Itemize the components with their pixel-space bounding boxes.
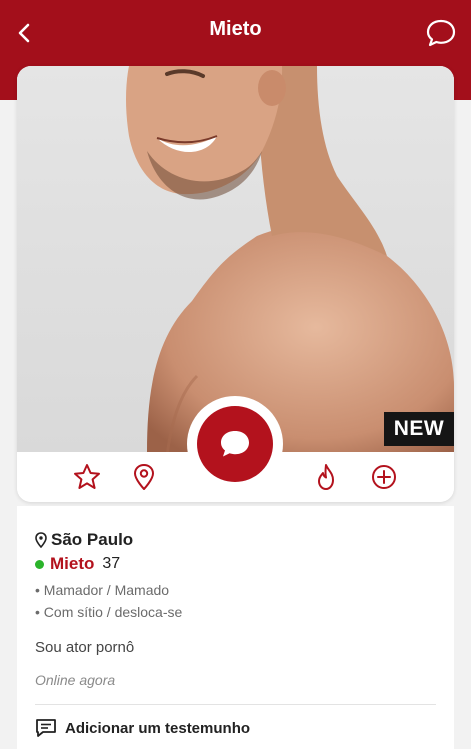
chat-bubble-icon [221,431,249,457]
name-row: Mieto 37 [35,554,120,574]
location-pin-icon [35,532,47,548]
plus-circle-icon[interactable] [369,462,399,492]
profile-card: NEW [17,66,454,502]
profile-bio: Sou ator pornô [35,639,135,656]
profile-age: 37 [102,555,121,572]
tag-item: • Com sítio / desloca-se [35,604,183,620]
profile-name: Mieto [50,554,95,573]
divider [35,704,436,705]
star-icon[interactable] [72,462,102,492]
profile-photo[interactable]: NEW [17,66,454,452]
add-testimonial-button[interactable]: Adicionar um testemunho [35,718,250,738]
comment-icon [36,719,56,737]
flame-icon[interactable] [311,462,341,492]
new-badge: NEW [384,412,454,446]
online-indicator [35,559,44,569]
chat-button[interactable] [187,396,283,492]
add-testimonial-label: Adicionar um testemunho [65,719,251,737]
location-pin-icon[interactable] [129,462,159,492]
online-status: Online agora [35,672,116,688]
page-title: Mieto [209,18,262,40]
profile-info: São Paulo Mieto 37 • Mamador / Mamado • … [17,506,454,749]
photo-illustration [126,66,454,452]
location-text: São Paulo [51,530,134,549]
chat-button-circle[interactable] [197,406,273,482]
speech-bubble-icon[interactable] [424,16,458,50]
location-row: São Paulo [35,530,133,550]
tag-item: • Mamador / Mamado [35,582,170,598]
